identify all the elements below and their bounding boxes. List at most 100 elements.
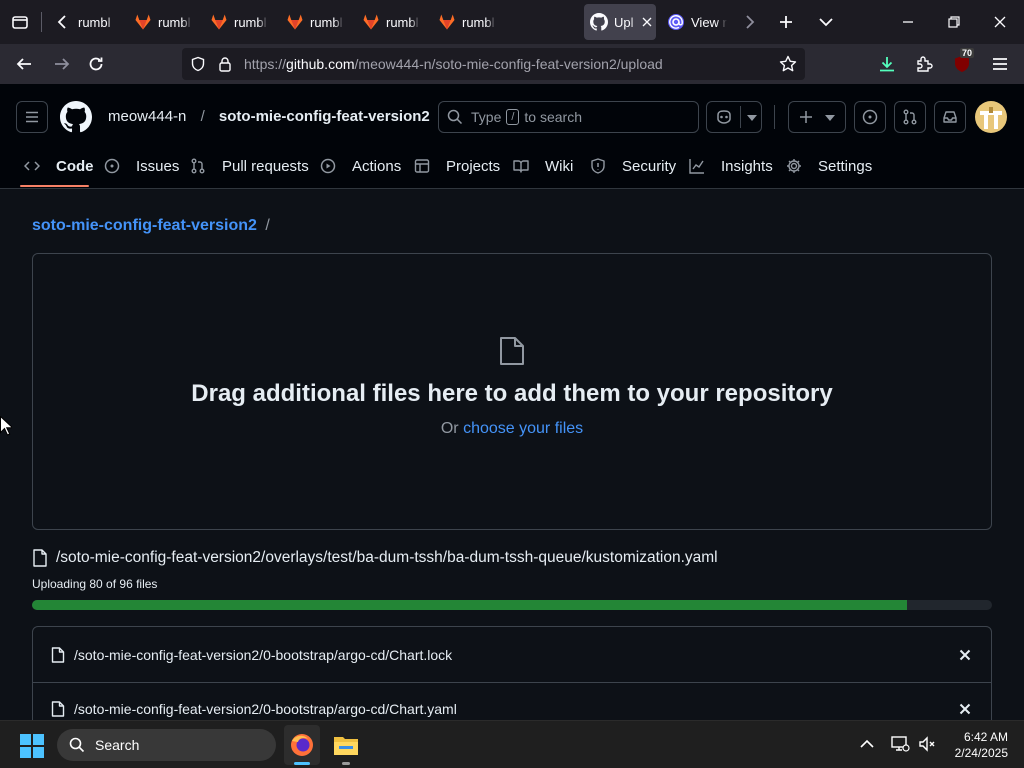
- scroll-tabs-left-icon[interactable]: [50, 10, 74, 34]
- active-app-indicator: [294, 762, 310, 765]
- remove-file-icon[interactable]: [959, 703, 971, 715]
- browser-tab-label: rumbl: [386, 14, 419, 30]
- reload-icon[interactable]: [84, 52, 108, 76]
- at-icon: [667, 13, 685, 31]
- repo-nav-label: Pull requests: [222, 157, 309, 175]
- list-all-tabs-icon[interactable]: [814, 10, 838, 34]
- hamburger-icon: [26, 111, 38, 123]
- pull-request-icon: [190, 158, 214, 174]
- gitlab-icon: [362, 13, 380, 31]
- windows-start-icon[interactable]: [20, 734, 44, 758]
- taskbar-search-box[interactable]: Search: [57, 729, 276, 761]
- taskbar-clock[interactable]: 6:42 AM 2/24/2025: [944, 729, 1008, 761]
- owner-link[interactable]: meow444-n: [108, 108, 186, 125]
- drop-zone-title: Drag additional files here to add them t…: [191, 380, 833, 407]
- scroll-tabs-right-icon[interactable]: [738, 10, 762, 34]
- restore-window-icon[interactable]: [942, 10, 966, 34]
- browser-navigation-bar: https://github.com/meow444-n/soto-mie-co…: [0, 44, 1024, 84]
- network-icon[interactable]: [890, 735, 910, 758]
- gear-icon: [786, 158, 810, 174]
- browser-tab-bar: rumbl rumbl rumbl rumbl rumbl rumbl Upl View r: [0, 0, 1024, 44]
- repo-nav-projects[interactable]: Projects: [414, 147, 500, 185]
- bookmark-star-icon[interactable]: [779, 55, 797, 73]
- close-window-icon[interactable]: [988, 10, 1012, 34]
- table-icon: [414, 158, 438, 174]
- inbox-button[interactable]: [934, 101, 966, 133]
- tab-overview-icon[interactable]: [8, 10, 32, 34]
- file-path: /soto-mie-config-feat-version2/0-bootstr…: [74, 647, 453, 663]
- address-bar[interactable]: https://github.com/meow444-n/soto-mie-co…: [182, 48, 805, 80]
- search-input[interactable]: Type / to search: [438, 101, 699, 133]
- app-menu-icon[interactable]: [988, 52, 1012, 76]
- browser-tab[interactable]: rumbl: [78, 4, 118, 40]
- ublock-extension-icon[interactable]: 70: [950, 48, 975, 76]
- repo-link[interactable]: soto-mie-config-feat-version2: [219, 108, 430, 125]
- remove-file-icon[interactable]: [959, 649, 971, 661]
- repo-nav-label: Projects: [446, 157, 501, 175]
- pull-requests-button[interactable]: [894, 101, 926, 133]
- file-icon: [51, 700, 65, 717]
- search-suffix: to search: [524, 109, 583, 125]
- repo-nav-label: Actions: [352, 157, 402, 175]
- create-new-button[interactable]: [788, 101, 846, 133]
- downloads-icon[interactable]: [875, 52, 899, 76]
- new-tab-icon[interactable]: [774, 10, 798, 34]
- repo-nav-code[interactable]: Code: [24, 147, 94, 185]
- close-tab-icon[interactable]: [638, 17, 656, 27]
- drop-zone-or-text: Or: [440, 420, 459, 437]
- gitlab-icon: [210, 13, 228, 31]
- repo-nav-security[interactable]: Security: [590, 147, 676, 185]
- volume-muted-icon[interactable]: [918, 735, 936, 758]
- choose-files-link[interactable]: choose your files: [463, 420, 583, 437]
- github-logo-icon[interactable]: [60, 101, 92, 133]
- inbox-icon: [943, 111, 957, 123]
- browser-tab[interactable]: View r: [667, 4, 727, 40]
- repo-nav-pull-requests[interactable]: Pull requests: [190, 147, 309, 185]
- gitlab-icon: [438, 13, 456, 31]
- tracking-protection-icon[interactable]: [190, 56, 206, 72]
- drop-zone-subtitle: Or choose your files: [33, 420, 991, 438]
- firefox-taskbar-button[interactable]: [284, 725, 320, 765]
- url-host: github.com: [286, 56, 355, 72]
- upload-progress-bar: [32, 600, 992, 610]
- repo-nav-label: Code: [56, 157, 94, 175]
- menu-button[interactable]: [16, 101, 48, 133]
- file-explorer-taskbar-button[interactable]: [328, 725, 364, 765]
- repo-nav-label: Security: [622, 157, 677, 175]
- browser-tab[interactable]: rumbl: [210, 4, 268, 40]
- copilot-button[interactable]: [706, 101, 762, 133]
- repo-nav-insights[interactable]: Insights: [689, 147, 773, 185]
- pull-request-icon: [903, 109, 917, 125]
- book-icon: [513, 158, 537, 174]
- browser-tab[interactable]: Upl: [584, 4, 656, 40]
- plus-icon: [800, 111, 812, 123]
- forward-icon[interactable]: [50, 52, 74, 76]
- repo-nav-settings[interactable]: Settings: [786, 147, 872, 185]
- gitlab-icon: [286, 13, 304, 31]
- browser-tab-label: rumbl: [234, 14, 267, 30]
- file-drop-zone[interactable]: Drag additional files here to add them t…: [32, 253, 992, 530]
- extensions-icon[interactable]: [912, 52, 936, 76]
- browser-tab[interactable]: rumbl: [362, 4, 420, 40]
- file-path: /soto-mie-config-feat-version2/0-bootstr…: [74, 700, 457, 717]
- minimize-window-icon[interactable]: [896, 10, 920, 34]
- browser-tab[interactable]: rumbl: [286, 4, 344, 40]
- upload-status-text: Uploading 80 of 96 files: [32, 577, 158, 591]
- browser-tab[interactable]: rumbl: [438, 4, 496, 40]
- running-app-indicator: [342, 762, 350, 765]
- show-hidden-icons-chevron-icon[interactable]: [860, 736, 874, 754]
- back-icon[interactable]: [12, 52, 36, 76]
- browser-tab[interactable]: rumbl: [134, 4, 192, 40]
- avatar[interactable]: [975, 101, 1007, 133]
- breadcrumb-repo-link[interactable]: soto-mie-config-feat-version2: [32, 217, 257, 234]
- repo-nav-wiki[interactable]: Wiki: [513, 147, 573, 185]
- browser-tab-label: rumbl: [310, 14, 343, 30]
- repo-nav-actions[interactable]: Actions: [320, 147, 401, 185]
- lock-icon[interactable]: [218, 56, 232, 72]
- play-icon: [320, 158, 344, 174]
- search-shortcut-key: /: [506, 109, 520, 125]
- repo-nav-issues[interactable]: Issues: [104, 147, 179, 185]
- issues-button[interactable]: [854, 101, 886, 133]
- selected-tab-underline: [20, 185, 89, 187]
- list-item: /soto-mie-config-feat-version2/0-bootstr…: [33, 629, 991, 681]
